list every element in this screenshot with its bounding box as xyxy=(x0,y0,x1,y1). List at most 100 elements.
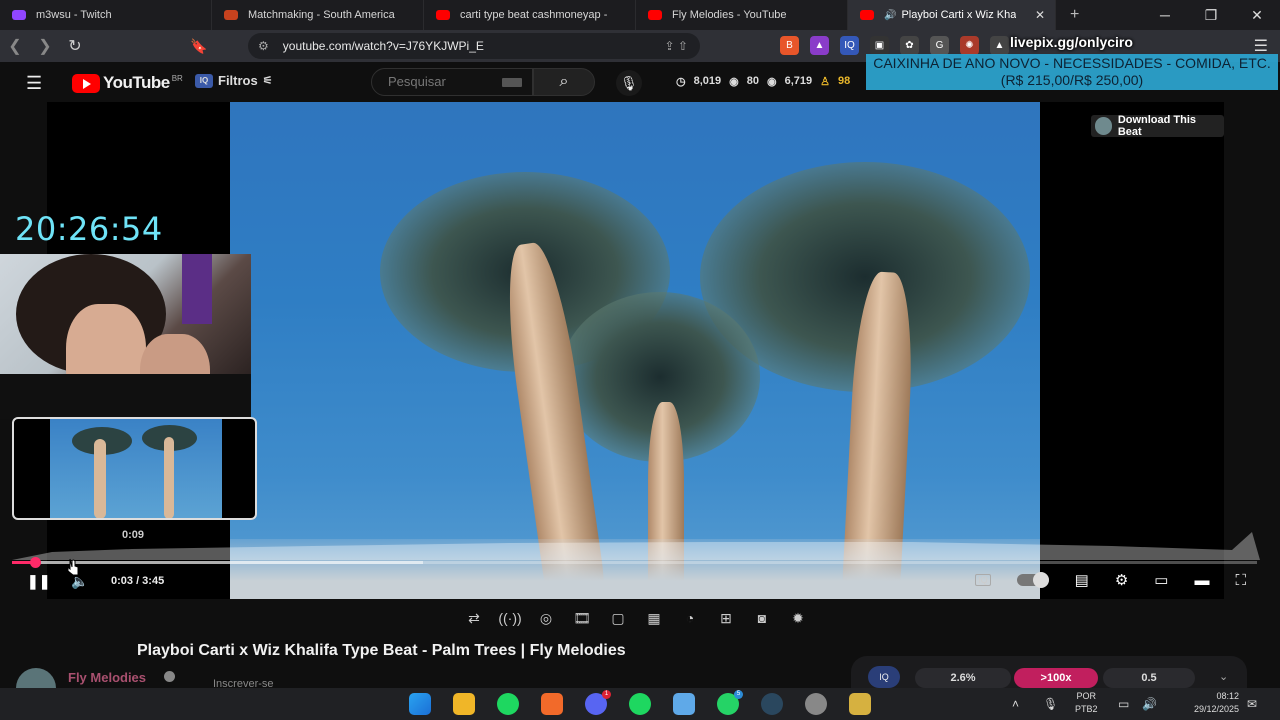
back-icon[interactable]: ❮ xyxy=(0,36,30,56)
spotify-icon[interactable] xyxy=(629,693,651,715)
bookmark-icon[interactable]: 🔖 xyxy=(190,38,207,55)
subtitles-icon[interactable]: ▤ xyxy=(1075,571,1089,589)
keyboard-icon[interactable] xyxy=(502,78,522,87)
webcam-background xyxy=(182,254,212,324)
tray-chevron-icon[interactable]: ˄ xyxy=(1012,688,1019,720)
extension-icon[interactable]: ✺ xyxy=(960,36,979,55)
add-frame-icon[interactable]: ⊞ xyxy=(714,608,738,628)
keyboard-language[interactable]: POR PTB2 xyxy=(1075,690,1098,716)
webcam-shirt xyxy=(0,374,251,419)
theater-mode-icon[interactable]: ▬ xyxy=(1194,572,1209,589)
tab-matchmaking[interactable]: Matchmaking - South America xyxy=(212,0,424,30)
extension-stats: ◷ 8,019 ◉ 80 ◉ 6,719 ♙ 98 xyxy=(676,75,850,88)
forward-icon[interactable]: ❯ xyxy=(30,36,60,56)
app-icon[interactable] xyxy=(805,693,827,715)
share-icon[interactable]: ⇪ ⇧ xyxy=(665,39,688,53)
filmstrip-icon[interactable]: ▦ xyxy=(642,608,666,628)
tab-current-video[interactable]: 🔊 Playboi Carti x Wiz Kha ✕ xyxy=(848,0,1056,30)
country-code: BR xyxy=(171,73,183,83)
audio-icon[interactable]: ((·)) xyxy=(498,608,522,628)
channel-avatar[interactable] xyxy=(16,668,56,688)
lang-code: POR xyxy=(1076,691,1097,701)
subscribe-button[interactable]: Inscrever-se xyxy=(213,678,274,688)
file-explorer-icon[interactable] xyxy=(453,693,475,715)
windows-taskbar: 1 5 ˄ 🎙 POR PTB2 ▭ 🔊 08:12 29/12/2025 ✉ xyxy=(0,688,1280,720)
miniplayer-icon[interactable]: ▭ xyxy=(1154,571,1168,589)
tab-title: Matchmaking - South America xyxy=(248,9,395,21)
download-beat-card[interactable]: Download This Beat xyxy=(1091,114,1224,138)
iq-badge[interactable]: IQ xyxy=(868,666,900,688)
player-extension-toolbar: ⇄ ((·)) ◎ 🎞 ▢ ▦ ◔ ⊞ ◙ ✹ xyxy=(462,608,810,628)
fullscreen-icon[interactable]: ⛶ xyxy=(1235,572,1246,589)
minimize-icon[interactable]: ─ xyxy=(1142,0,1188,30)
steam-icon[interactable] xyxy=(761,693,783,715)
spotify-icon[interactable] xyxy=(497,693,519,715)
system-clock[interactable]: 08:12 29/12/2025 xyxy=(1173,690,1239,716)
new-tab-button[interactable]: + xyxy=(1070,6,1079,24)
visibility-icon[interactable]: ◎ xyxy=(534,608,558,628)
network-icon[interactable]: ▭ xyxy=(1118,688,1129,720)
search-button[interactable]: ⌕ xyxy=(533,68,595,96)
film-icon[interactable]: 🎞 xyxy=(570,608,594,628)
autoplay-toggle[interactable] xyxy=(1016,572,1049,588)
aspect-icon[interactable]: ▢ xyxy=(606,608,630,628)
browser-tab-strip: m3wsu - Twitch Matchmaking - South Ameri… xyxy=(0,0,1280,30)
mic-tray-icon[interactable]: 🎙 xyxy=(1043,688,1058,720)
time-display: 0:03 / 3:45 xyxy=(111,575,165,587)
notepad-icon[interactable] xyxy=(673,693,695,715)
bet-value[interactable]: 0.5 xyxy=(1103,668,1195,688)
extension-icon[interactable]: ▣ xyxy=(870,36,889,55)
stat-b: 80 xyxy=(746,75,759,87)
youtube-wordmark: YouTube xyxy=(103,73,170,92)
extension-icon[interactable]: ▲ xyxy=(990,36,1009,55)
channel-name[interactable]: Fly Melodies xyxy=(68,670,146,685)
preview-trunk xyxy=(164,437,174,518)
channel-avatar xyxy=(1095,117,1112,135)
screenshot-icon[interactable]: ◙ xyxy=(750,608,774,628)
rewards-icon[interactable]: ▲ xyxy=(810,36,829,55)
bet-value[interactable]: 2.6% xyxy=(915,668,1011,688)
restore-icon[interactable]: ❐ xyxy=(1188,0,1234,30)
brave-shield-icon[interactable]: B xyxy=(780,36,799,55)
extension-iq-icon[interactable]: IQ xyxy=(840,36,859,55)
voice-search-button[interactable]: 🎙 xyxy=(616,70,642,96)
settings-icon[interactable]: ⚙ xyxy=(1115,571,1128,589)
scrubber-handle[interactable] xyxy=(30,557,41,568)
search-input[interactable]: Pesquisar xyxy=(371,68,533,96)
bet-value-hot[interactable]: >100x xyxy=(1014,668,1098,688)
iq-button[interactable]: IQ xyxy=(975,574,991,586)
youtube-logo[interactable]: YouTube BR xyxy=(72,73,183,93)
address-bar[interactable]: ⚙ youtube.com/watch?v=J76YKJWPi_E ⇪ ⇧ xyxy=(248,33,700,59)
app-icon[interactable] xyxy=(849,693,871,715)
extension-g-icon[interactable]: G xyxy=(930,36,949,55)
clock-time: 08:12 xyxy=(1216,691,1239,701)
brave-icon[interactable] xyxy=(541,693,563,715)
site-info-icon[interactable]: ⚙ xyxy=(258,39,269,53)
browser-menu-icon[interactable]: ☰ xyxy=(1254,36,1268,56)
volume-button[interactable]: 🔈 xyxy=(71,571,88,591)
reload-icon[interactable]: ↻ xyxy=(60,36,90,56)
windows-start-icon[interactable] xyxy=(409,693,431,715)
tab-fly-melodies[interactable]: Fly Melodies - YouTube xyxy=(636,0,848,30)
menu-icon[interactable]: ☰ xyxy=(26,73,42,94)
tab-carti-search[interactable]: carti type beat cashmoneyap - xyxy=(424,0,636,30)
speed-icon[interactable]: ◔ xyxy=(678,608,702,628)
chevron-down-icon[interactable]: ⌄ xyxy=(1219,670,1228,683)
filters-button[interactable]: IQ Filtros ⚟ xyxy=(195,73,273,88)
volume-tray-icon[interactable]: 🔊 xyxy=(1142,688,1157,720)
close-window-icon[interactable]: ✕ xyxy=(1234,0,1280,30)
livepix-overlay: livepix.gg/onlyciro xyxy=(1010,34,1133,50)
close-tab-icon[interactable]: ✕ xyxy=(1035,8,1045,22)
seek-preview-thumbnail xyxy=(12,417,257,520)
verified-icon xyxy=(164,671,175,682)
pause-button[interactable]: ❚❚ xyxy=(27,571,50,591)
iq-icon: IQ xyxy=(195,73,213,88)
extension-settings-icon[interactable]: ✹ xyxy=(786,608,810,628)
notifications-icon[interactable]: ✉ xyxy=(1247,688,1257,720)
extension-icon[interactable]: ✿ xyxy=(900,36,919,55)
tab-twitch[interactable]: m3wsu - Twitch xyxy=(0,0,212,30)
search-placeholder: Pesquisar xyxy=(388,74,446,89)
tab-title: m3wsu - Twitch xyxy=(36,9,112,21)
loop-icon[interactable]: ⇄ xyxy=(462,608,486,628)
youtube-icon xyxy=(436,10,450,20)
